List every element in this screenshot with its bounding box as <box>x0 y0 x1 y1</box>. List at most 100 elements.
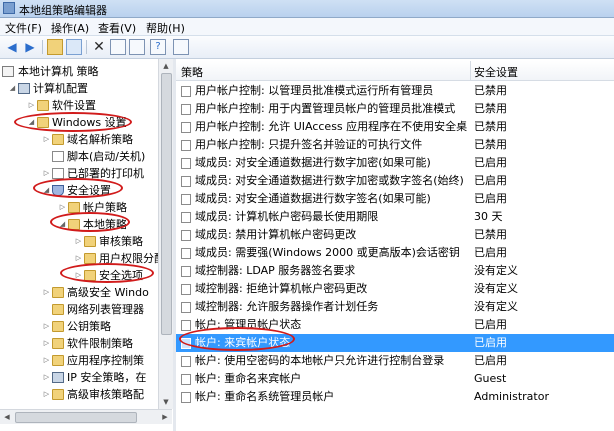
tree-label: IP 安全策略，在 <box>67 371 147 384</box>
policy-name: 域成员: 需要强(Windows 2000 或更高版本)会话密钥 <box>195 246 460 259</box>
menu-file[interactable]: 文件(F) <box>5 20 42 36</box>
up-folder-icon[interactable] <box>47 39 63 55</box>
folder-icon <box>52 355 64 366</box>
policy-item-icon <box>181 338 191 349</box>
policy-value: 已启用 <box>474 174 507 187</box>
tree-label: 应用程序控制策 <box>67 354 144 367</box>
policy-icon <box>2 66 14 77</box>
collapse-arrow-icon[interactable]: ◢ <box>8 80 17 97</box>
expand-arrow-icon[interactable]: ▷ <box>74 233 83 250</box>
help-icon[interactable]: ? <box>150 39 166 55</box>
policy-list-pane: 策略 安全设置 用户帐户控制: 以管理员批准模式运行所有管理员 已禁用 用户帐户控… <box>176 59 614 431</box>
column-header-setting[interactable]: 安全设置 <box>474 64 518 80</box>
forward-arrow-icon[interactable]: ▶ <box>22 39 38 55</box>
policy-item-icon <box>181 374 191 385</box>
scroll-right-arrow-icon[interactable]: ▶ <box>158 410 172 424</box>
expand-arrow-icon[interactable]: ▷ <box>74 250 83 267</box>
policy-row[interactable]: 用户帐户控制: 用于内置管理员帐户的管理员批准模式 已禁用 <box>176 100 614 118</box>
policy-row[interactable]: 域成员: 对安全通道数据进行数字加密(如果可能) 已启用 <box>176 154 614 172</box>
expand-arrow-icon[interactable]: ▷ <box>42 369 51 386</box>
policy-item-icon <box>181 284 191 295</box>
policy-row[interactable]: 域成员: 计算机帐户密码最长使用期限 30 天 <box>176 208 614 226</box>
scroll-up-arrow-icon[interactable]: ▲ <box>159 59 173 73</box>
tree-label: 计算机配置 <box>33 82 88 95</box>
policy-item-icon <box>181 86 191 97</box>
policy-row-selected[interactable]: 帐户: 来宾帐户状态 已启用 <box>176 334 614 352</box>
tree-label: 软件设置 <box>52 99 96 112</box>
scroll-thumb[interactable] <box>161 73 172 335</box>
scroll-left-arrow-icon[interactable]: ◀ <box>0 410 14 424</box>
tree-vertical-scrollbar[interactable]: ▲ ▼ <box>158 59 173 409</box>
policy-row[interactable]: 域成员: 对安全通道数据进行数字加密或数字签名(始终) 已启用 <box>176 172 614 190</box>
policy-name: 帐户: 来宾帐户状态 <box>195 336 291 349</box>
expand-arrow-icon[interactable]: ▷ <box>42 284 51 301</box>
folder-icon <box>52 304 64 315</box>
expand-arrow-icon[interactable]: ▷ <box>42 386 51 403</box>
policy-row[interactable]: 用户帐户控制: 只提升签名并验证的可执行文件 已禁用 <box>176 136 614 154</box>
expand-arrow-icon[interactable]: ▷ <box>42 318 51 335</box>
expand-arrow-icon[interactable]: ▷ <box>42 165 51 182</box>
column-separator[interactable] <box>470 61 471 80</box>
folder-icon <box>52 287 64 298</box>
policy-row[interactable]: 帐户: 管理员帐户状态 已启用 <box>176 316 614 334</box>
view-icon[interactable] <box>173 39 189 55</box>
expand-arrow-icon[interactable]: ▷ <box>58 199 67 216</box>
column-header-policy[interactable]: 策略 <box>181 64 203 80</box>
tree-label: 已部署的打印机 <box>67 167 144 180</box>
delete-icon[interactable]: ✕ <box>91 39 107 55</box>
menu-action[interactable]: 操作(A) <box>51 20 89 36</box>
expand-arrow-icon[interactable]: ▷ <box>42 131 51 148</box>
expand-arrow-icon[interactable]: ▷ <box>74 267 83 284</box>
policy-row[interactable]: 域控制器: LDAP 服务器签名要求 没有定义 <box>176 262 614 280</box>
export-list-icon[interactable] <box>129 39 145 55</box>
policy-value: 30 天 <box>474 210 503 223</box>
folder-icon <box>68 202 80 213</box>
collapse-arrow-icon[interactable]: ◢ <box>58 216 67 233</box>
expand-arrow-icon[interactable]: ▷ <box>27 97 36 114</box>
policy-row[interactable]: 帐户: 重命名来宾帐户 Guest <box>176 370 614 388</box>
tree-label: 网络列表管理器 <box>67 303 144 316</box>
policy-item-icon <box>181 230 191 241</box>
policy-value: 已禁用 <box>474 120 507 133</box>
scroll-down-arrow-icon[interactable]: ▼ <box>159 395 173 409</box>
expand-arrow-icon[interactable]: ▷ <box>42 352 51 369</box>
collapse-arrow-icon[interactable]: ◢ <box>27 114 36 131</box>
tree-label: 域名解析策略 <box>67 133 133 146</box>
policy-row[interactable]: 域控制器: 拒绝计算机帐户密码更改 没有定义 <box>176 280 614 298</box>
policy-value: 没有定义 <box>474 264 518 277</box>
tree-horizontal-scrollbar[interactable]: ◀ ▶ <box>0 409 172 424</box>
properties-icon[interactable] <box>110 39 126 55</box>
policy-row[interactable]: 域成员: 禁用计算机帐户密码更改 已禁用 <box>176 226 614 244</box>
collapse-arrow-icon[interactable]: ◢ <box>42 182 51 199</box>
policy-item-icon <box>181 194 191 205</box>
menu-help[interactable]: 帮助(H) <box>146 20 185 36</box>
policy-value: 没有定义 <box>474 282 518 295</box>
policy-name: 域成员: 对安全通道数据进行数字加密(如果可能) <box>195 156 431 169</box>
policy-item-icon <box>181 212 191 223</box>
policy-row[interactable]: 帐户: 使用空密码的本地帐户只允许进行控制台登录 已启用 <box>176 352 614 370</box>
tree-label: 安全选项 <box>99 269 143 282</box>
back-arrow-icon[interactable]: ◀ <box>4 39 20 55</box>
policy-name: 用户帐户控制: 允许 UIAccess 应用程序在不使用安全桌面... <box>195 120 467 133</box>
tree-pane: 本地计算机 策略 ◢ 计算机配置 ▷ 软件设置 ◢ Windows 设置 ▷ 域… <box>0 59 158 423</box>
title-bar: 本地组策略编辑器 <box>0 0 614 18</box>
tree-label: 审核策略 <box>99 235 143 248</box>
folder-icon <box>52 338 64 349</box>
policy-row[interactable]: 帐户: 重命名系统管理员帐户 Administrator <box>176 388 614 406</box>
policy-name: 域成员: 禁用计算机帐户密码更改 <box>195 228 357 241</box>
policy-value: 已启用 <box>474 246 507 259</box>
show-tree-icon[interactable] <box>66 39 82 55</box>
policy-row[interactable]: 用户帐户控制: 允许 UIAccess 应用程序在不使用安全桌面... 已禁用 <box>176 118 614 136</box>
policy-row[interactable]: 用户帐户控制: 以管理员批准模式运行所有管理员 已禁用 <box>176 82 614 100</box>
folder-icon <box>37 117 49 128</box>
app-icon <box>3 2 15 14</box>
expand-arrow-icon[interactable]: ▷ <box>42 335 51 352</box>
policy-row[interactable]: 域成员: 对安全通道数据进行数字签名(如果可能) 已启用 <box>176 190 614 208</box>
policy-name: 帐户: 重命名系统管理员帐户 <box>195 390 335 403</box>
scroll-thumb[interactable] <box>15 412 137 423</box>
menu-view[interactable]: 查看(V) <box>98 20 136 36</box>
policy-row[interactable]: 域成员: 需要强(Windows 2000 或更高版本)会话密钥 已启用 <box>176 244 614 262</box>
policy-value: 已禁用 <box>474 228 507 241</box>
policy-row[interactable]: 域控制器: 允许服务器操作者计划任务 没有定义 <box>176 298 614 316</box>
tree-label: Windows 设置 <box>52 116 127 129</box>
